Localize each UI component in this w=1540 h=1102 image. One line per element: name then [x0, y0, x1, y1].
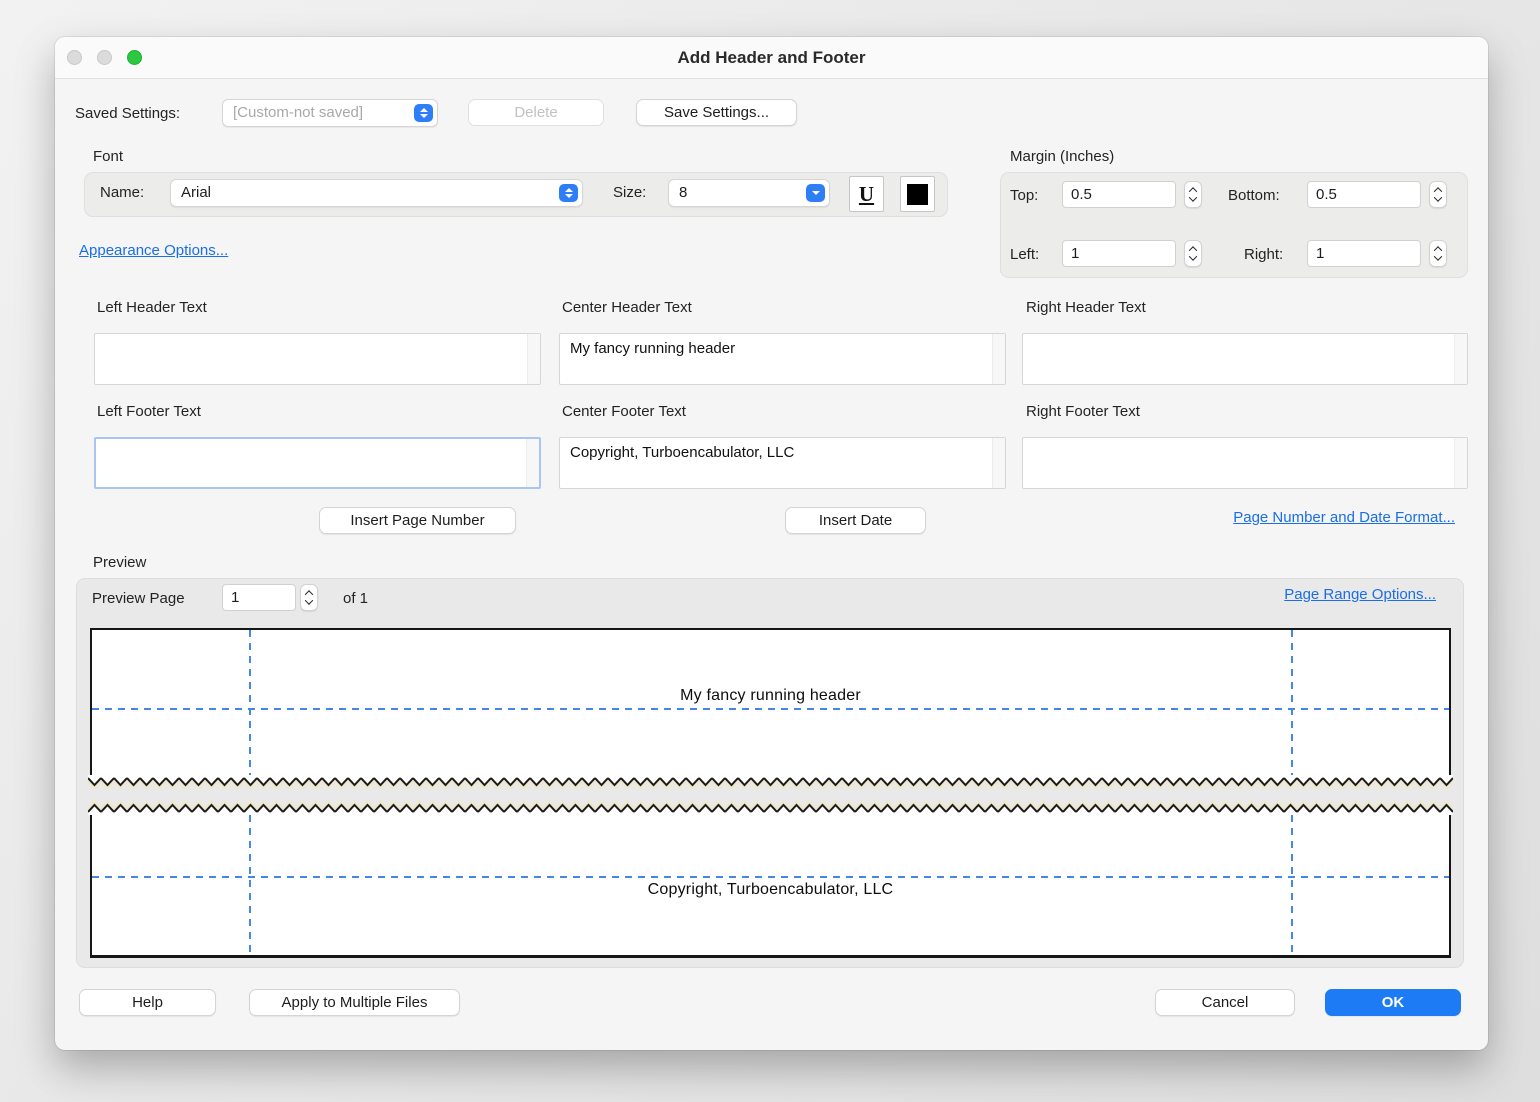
- scrollbar-track[interactable]: [992, 438, 1005, 488]
- appearance-options-link[interactable]: Appearance Options...: [79, 242, 228, 259]
- saved-settings-label: Saved Settings:: [75, 105, 180, 122]
- margin-right-input[interactable]: [1307, 240, 1421, 267]
- chevron-down-icon: [806, 184, 825, 202]
- margin-right-label: Right:: [1244, 246, 1283, 263]
- page-range-options-link[interactable]: Page Range Options...: [1284, 586, 1436, 603]
- page-number-date-format-link[interactable]: Page Number and Date Format...: [1233, 509, 1455, 526]
- top-margin-guide: [92, 708, 1449, 710]
- preview-page-stepper[interactable]: [300, 584, 318, 611]
- save-settings-button[interactable]: Save Settings...: [636, 99, 797, 126]
- margin-left-label: Left:: [1010, 246, 1039, 263]
- delete-settings-button[interactable]: Delete: [468, 99, 604, 126]
- left-header-textarea[interactable]: [95, 334, 527, 384]
- ok-button[interactable]: OK: [1325, 989, 1461, 1016]
- margin-top-stepper[interactable]: [1184, 181, 1202, 208]
- left-header-field: [94, 333, 541, 385]
- margin-bottom-input[interactable]: [1307, 181, 1421, 208]
- underline-button[interactable]: U: [849, 176, 884, 212]
- add-header-footer-dialog: Add Header and Footer Saved Settings: [C…: [55, 37, 1488, 1050]
- underline-icon: U: [859, 182, 874, 207]
- preview-page-input[interactable]: [222, 584, 296, 611]
- right-header-field: [1022, 333, 1468, 385]
- cancel-button[interactable]: Cancel: [1155, 989, 1295, 1016]
- saved-settings-select[interactable]: [Custom-not saved]: [222, 99, 438, 127]
- margin-bottom-label: Bottom:: [1228, 187, 1280, 204]
- scrollbar-track[interactable]: [527, 334, 540, 384]
- margin-left-stepper[interactable]: [1184, 240, 1202, 267]
- margin-top-label: Top:: [1010, 187, 1038, 204]
- font-size-label: Size:: [613, 184, 646, 201]
- font-size-value: 8: [679, 180, 687, 206]
- torn-edge-zigzag: [88, 800, 1453, 815]
- scrollbar-track[interactable]: [1454, 438, 1467, 488]
- right-footer-field: [1022, 437, 1468, 489]
- apply-to-multiple-files-button[interactable]: Apply to Multiple Files: [249, 989, 460, 1016]
- bottom-margin-guide: [92, 876, 1449, 878]
- preview-page-header-fragment: My fancy running header: [90, 628, 1451, 775]
- dialog-title: Add Header and Footer: [55, 37, 1488, 79]
- right-footer-textarea[interactable]: [1023, 438, 1454, 488]
- titlebar: Add Header and Footer: [55, 37, 1488, 79]
- center-header-label: Center Header Text: [562, 299, 692, 316]
- right-header-label: Right Header Text: [1026, 299, 1146, 316]
- help-button[interactable]: Help: [79, 989, 216, 1016]
- torn-edge-zigzag: [88, 775, 1453, 790]
- center-footer-field: Copyright, Turboencabulator, LLC: [559, 437, 1006, 489]
- color-swatch-icon: [907, 184, 928, 205]
- scrollbar-track[interactable]: [992, 334, 1005, 384]
- center-footer-label: Center Footer Text: [562, 403, 686, 420]
- font-name-value: Arial: [181, 180, 211, 206]
- left-header-label: Left Header Text: [97, 299, 207, 316]
- select-stepper-icon: [414, 104, 433, 122]
- left-footer-label: Left Footer Text: [97, 403, 201, 420]
- right-header-textarea[interactable]: [1023, 334, 1454, 384]
- saved-settings-value: [Custom-not saved]: [233, 100, 363, 126]
- scrollbar-track[interactable]: [526, 439, 539, 487]
- insert-date-button[interactable]: Insert Date: [785, 507, 926, 534]
- center-header-field: My fancy running header: [559, 333, 1006, 385]
- margin-group-label: Margin (Inches): [1010, 148, 1114, 165]
- center-footer-textarea[interactable]: Copyright, Turboencabulator, LLC: [560, 438, 992, 488]
- left-footer-textarea[interactable]: [96, 439, 526, 487]
- font-group-label: Font: [93, 148, 123, 165]
- preview-page-label: Preview Page: [92, 590, 185, 607]
- preview-footer-text: Copyright, Turboencabulator, LLC: [92, 881, 1449, 899]
- font-name-select[interactable]: Arial: [170, 179, 583, 207]
- margin-right-stepper[interactable]: [1429, 240, 1447, 267]
- scrollbar-track[interactable]: [1454, 334, 1467, 384]
- margin-bottom-stepper[interactable]: [1429, 181, 1447, 208]
- select-stepper-icon: [559, 184, 578, 202]
- margin-left-input[interactable]: [1062, 240, 1176, 267]
- preview-page-count-label: of 1: [343, 590, 368, 607]
- insert-page-number-button[interactable]: Insert Page Number: [319, 507, 516, 534]
- preview-section-label: Preview: [93, 554, 146, 571]
- preview-header-text: My fancy running header: [92, 687, 1449, 705]
- left-footer-field: [94, 437, 541, 489]
- font-color-button[interactable]: [900, 176, 935, 212]
- right-footer-label: Right Footer Text: [1026, 403, 1140, 420]
- preview-page-footer-fragment: Copyright, Turboencabulator, LLC: [90, 815, 1451, 958]
- font-size-select[interactable]: 8: [668, 179, 830, 207]
- center-header-textarea[interactable]: My fancy running header: [560, 334, 992, 384]
- font-name-label: Name:: [100, 184, 144, 201]
- margin-top-input[interactable]: [1062, 181, 1176, 208]
